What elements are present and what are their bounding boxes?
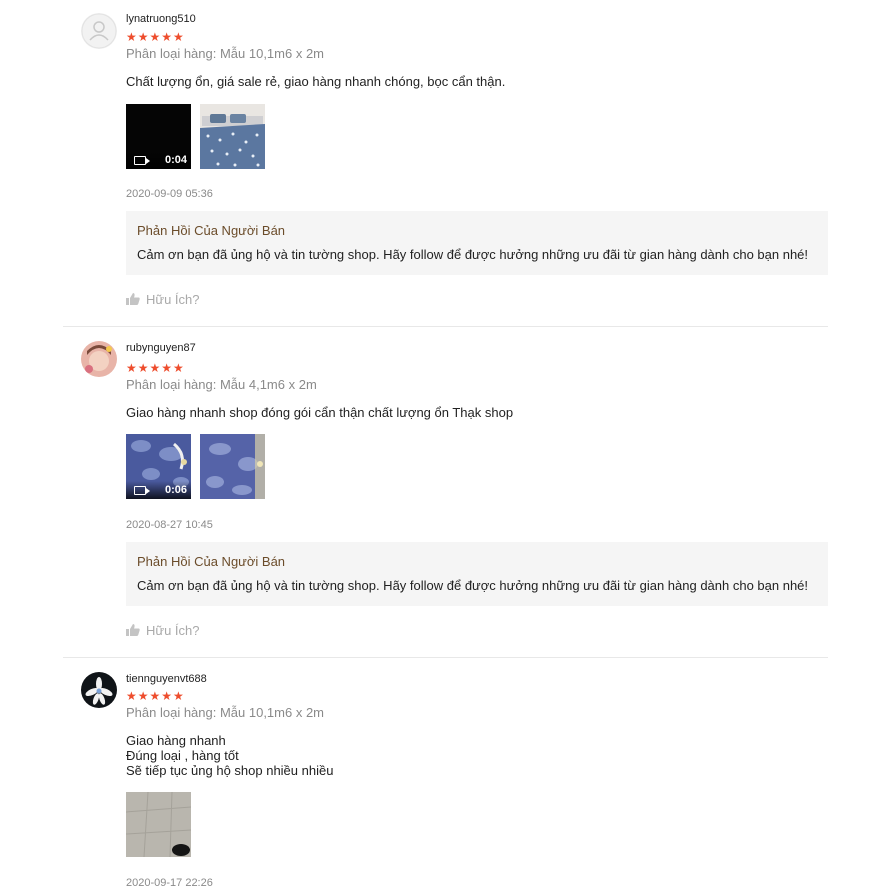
review-content: Giao hàng nhanh Đúng loại , hàng tốt Sẽ … [126,733,334,778]
thumbs-up-icon [126,624,140,636]
rating-stars: ★★★★★ [126,689,185,703]
user-avatar-photo [81,341,117,377]
video-overlay: 0:06 [126,481,191,499]
seller-reply: Phản Hồi Của Người Bán Cảm ơn bạn đã ủng… [126,211,828,275]
review-timestamp: 2020-09-17 22:26 [126,877,213,889]
review-video-thumbnail[interactable]: 0:06 [126,434,191,499]
product-variant: Phân loại hàng: Mẫu 10,1m6 x 2m [126,46,325,61]
video-camera-icon [134,486,150,495]
bedding-photo [200,434,265,499]
video-overlay: 0:04 [126,151,191,169]
review-username[interactable]: lynatruong510 [126,13,196,25]
user-avatar[interactable] [81,341,117,377]
user-avatar-photo [81,672,117,708]
rating-stars: ★★★★★ [126,361,185,375]
thumbs-up-icon [126,293,140,305]
review-divider [63,326,828,327]
floor-photo [126,792,191,857]
review-content: Giao hàng nhanh shop đóng gói cẩn thận c… [126,405,514,420]
seller-reply-title: Phản Hồi Của Người Bán [137,223,286,238]
helpful-label: Hữu Ích? [146,623,200,638]
user-avatar[interactable] [81,672,117,708]
review-photo-thumbnail[interactable] [126,792,191,857]
rating-stars: ★★★★★ [126,30,185,44]
seller-reply-text: Cảm ơn bạn đã ủng hộ và tin tường shop. … [137,247,809,262]
product-variant: Phân loại hàng: Mẫu 10,1m6 x 2m [126,705,325,720]
seller-reply-title: Phản Hồi Của Người Bán [137,554,286,569]
video-duration: 0:04 [164,154,187,166]
review-content: Chất lượng ổn, giá sale rẻ, giao hàng nh… [126,74,506,89]
product-variant: Phân loại hàng: Mẫu 4,1m6 x 2m [126,377,317,392]
user-avatar[interactable] [81,13,117,49]
review-divider [63,657,828,658]
review-video-thumbnail[interactable]: 0:04 [126,104,191,169]
review-timestamp: 2020-08-27 10:45 [126,519,213,531]
review-username[interactable]: rubynguyen87 [126,342,196,354]
review-photo-thumbnail[interactable] [200,434,265,499]
video-duration: 0:06 [164,484,187,496]
review-username[interactable]: tiennguyenvt688 [126,673,207,685]
review-timestamp: 2020-09-09 05:36 [126,188,213,200]
helpful-button[interactable]: Hữu Ích? [126,623,200,638]
default-user-icon [81,13,117,49]
seller-reply-text: Cảm ơn bạn đã ủng hộ và tin tường shop. … [137,578,809,593]
review-photo-thumbnail[interactable] [200,104,265,169]
video-camera-icon [134,156,150,165]
seller-reply: Phản Hồi Của Người Bán Cảm ơn bạn đã ủng… [126,542,828,606]
bedding-photo [200,104,265,169]
helpful-label: Hữu Ích? [146,292,200,307]
helpful-button[interactable]: Hữu Ích? [126,292,200,307]
